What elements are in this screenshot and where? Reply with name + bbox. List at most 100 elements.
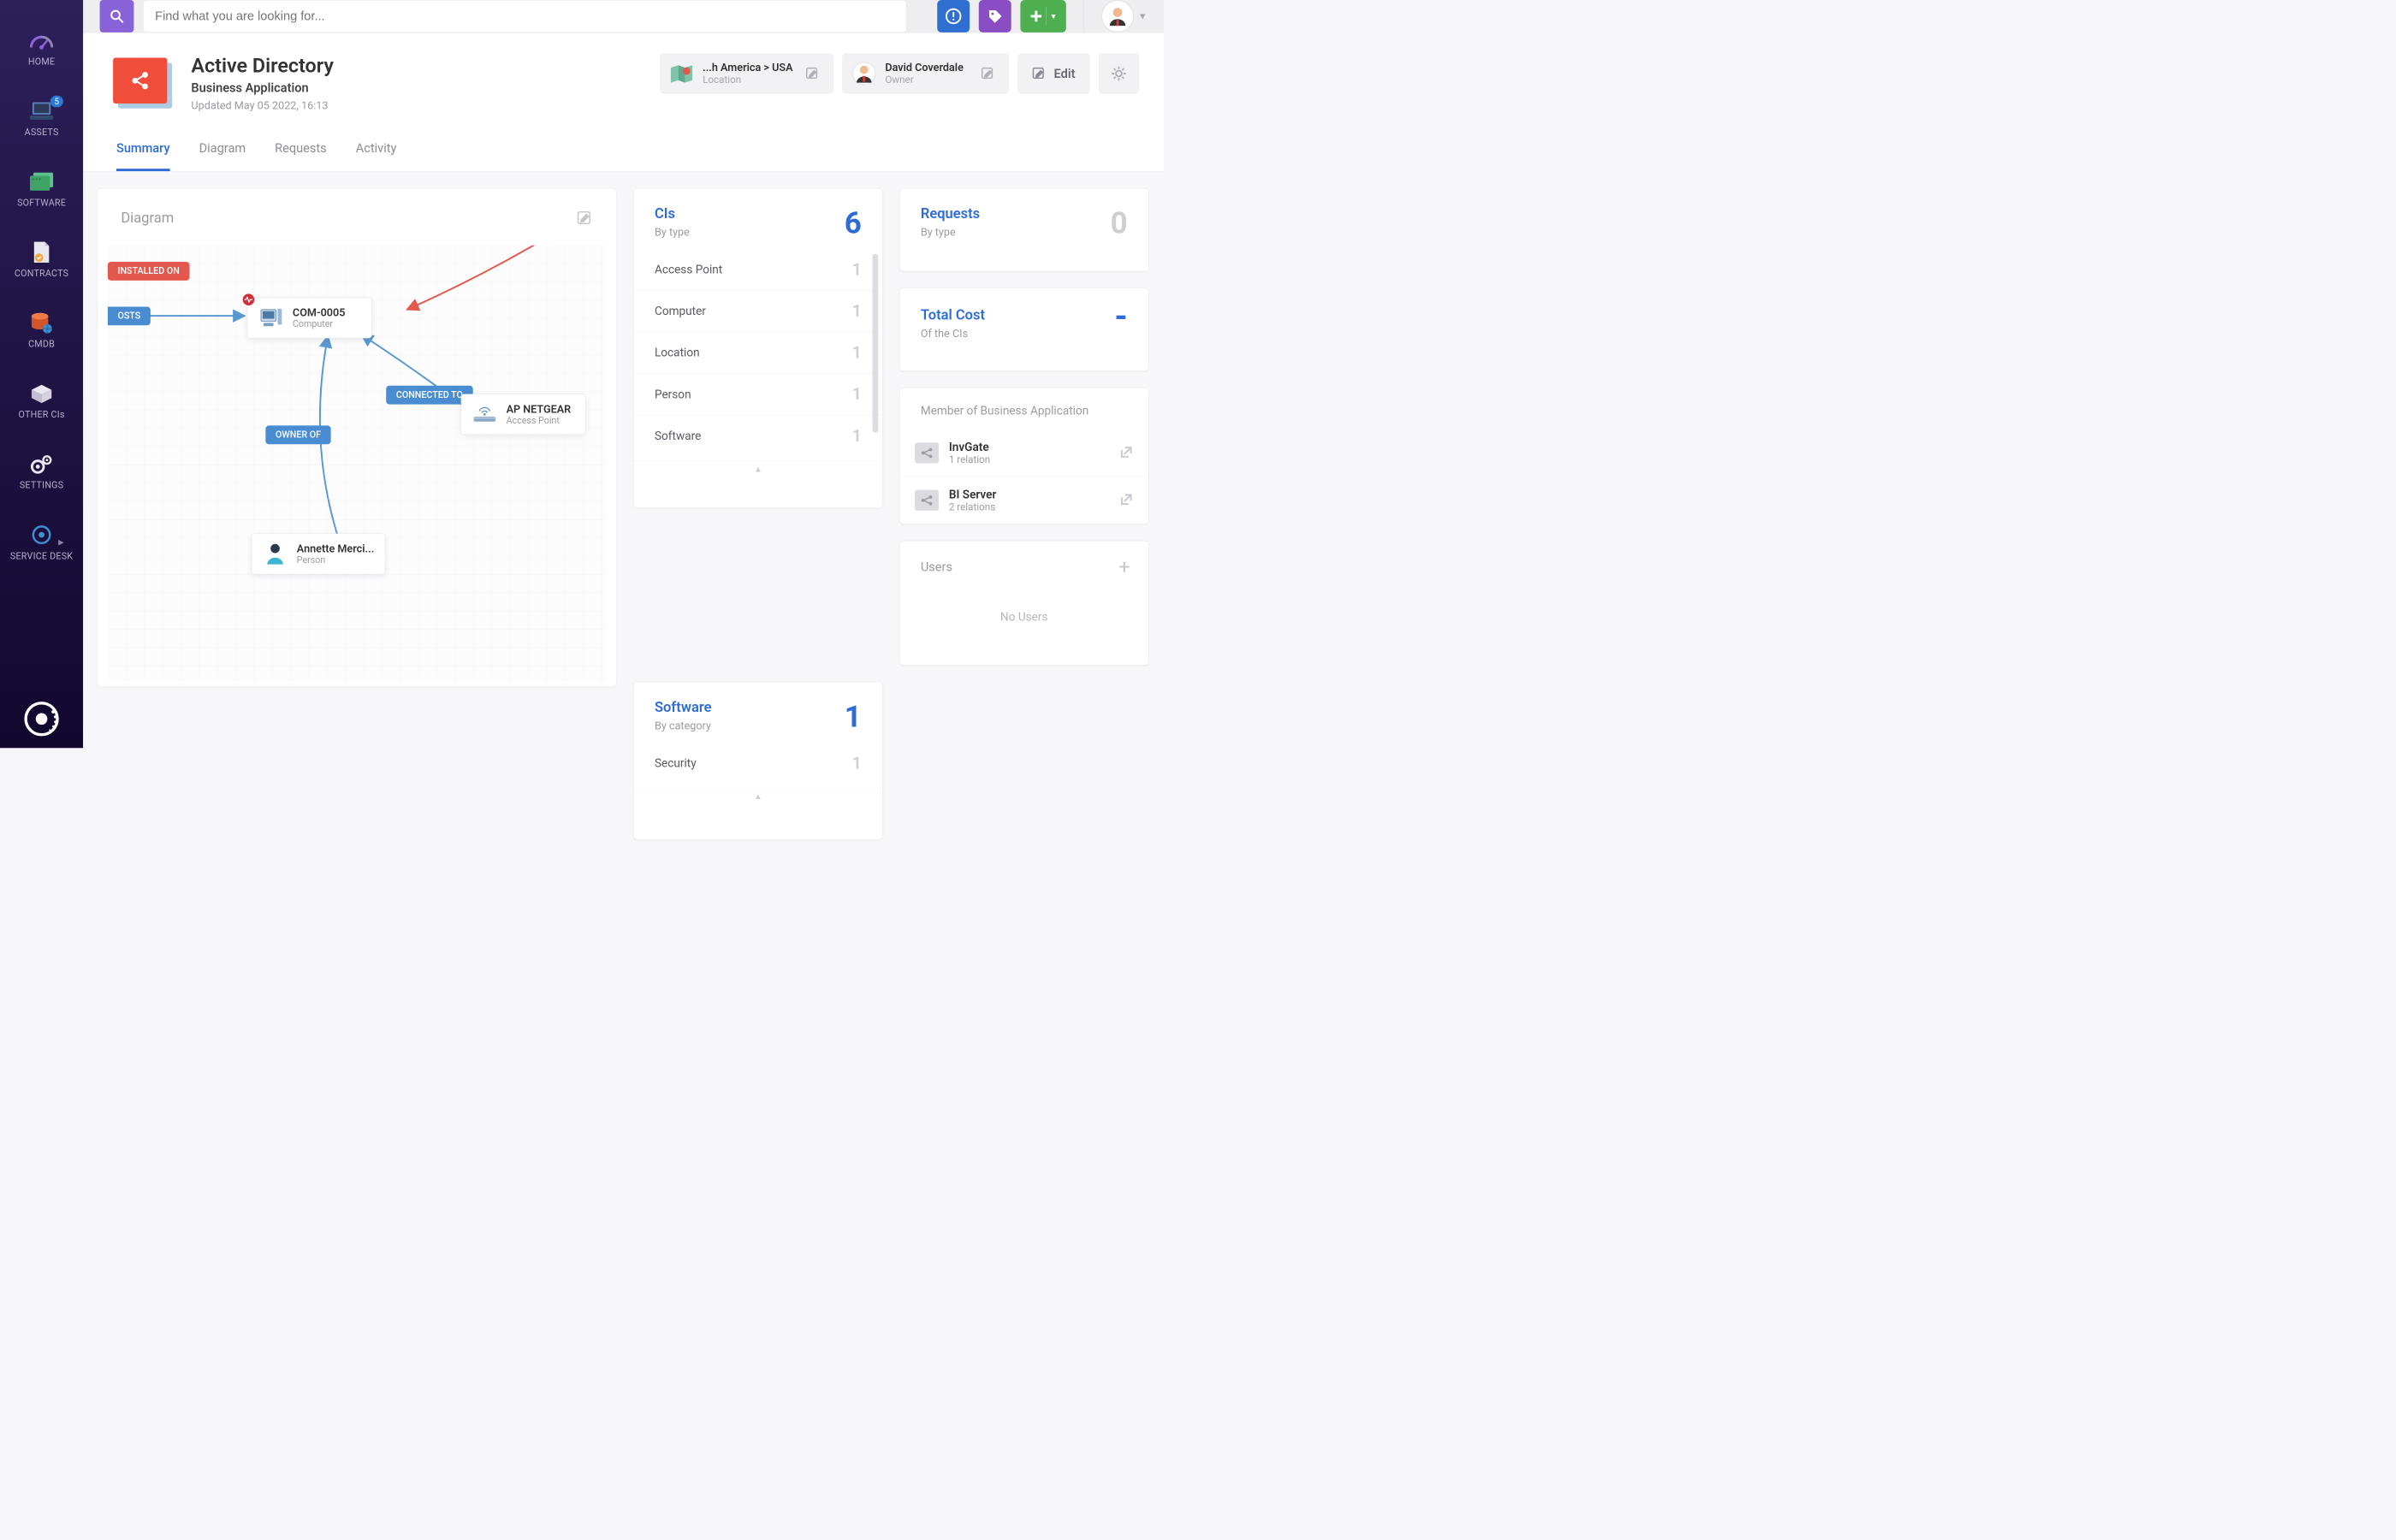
tab-summary[interactable]: Summary bbox=[116, 135, 170, 171]
sidebar-item-service-desk[interactable]: ▶ SERVICE DESK bbox=[0, 507, 83, 578]
node-subtitle: Access Point bbox=[507, 415, 572, 425]
location-card: ...h America > USA Location bbox=[660, 54, 833, 94]
map-icon bbox=[669, 62, 693, 86]
topbar: ▼ ▼ bbox=[83, 0, 1164, 33]
owner-card: David Coverdale Owner bbox=[842, 54, 1008, 94]
sidebar-item-settings[interactable]: SETTINGS bbox=[0, 436, 83, 507]
edge-label-connected: CONNECTED TO bbox=[386, 386, 472, 405]
expand-button[interactable]: ▲ bbox=[634, 460, 882, 477]
avatar-icon bbox=[851, 62, 875, 86]
search-button[interactable] bbox=[100, 0, 134, 33]
edit-diagram-button[interactable] bbox=[574, 207, 596, 228]
sidebar-item-label: CMDB bbox=[28, 339, 55, 349]
alert-icon bbox=[946, 8, 962, 24]
sidebar-item-contracts[interactable]: CONTRACTS bbox=[0, 224, 83, 295]
sidebar-item-label: SERVICE DESK bbox=[10, 551, 73, 561]
settings-button[interactable] bbox=[1099, 54, 1139, 94]
search-icon bbox=[110, 9, 124, 23]
circle-dots-icon bbox=[28, 524, 55, 546]
gear-icon bbox=[1111, 65, 1127, 81]
requests-total: 0 bbox=[1111, 205, 1128, 240]
tab-activity[interactable]: Activity bbox=[356, 135, 397, 171]
sidebar: HOME 5 ASSETS SOFTWARE CONTRACTS CMDB bbox=[0, 0, 83, 748]
tag-icon bbox=[987, 8, 1003, 24]
sidebar-item-other-cis[interactable]: OTHER CIs bbox=[0, 365, 83, 436]
external-link-button[interactable] bbox=[1119, 492, 1134, 507]
avatar-icon bbox=[1101, 0, 1134, 33]
expand-button[interactable]: ▲ bbox=[634, 788, 882, 804]
user-menu[interactable]: ▼ bbox=[1101, 0, 1147, 33]
database-icon bbox=[28, 311, 55, 334]
document-icon bbox=[28, 240, 55, 263]
edit-button[interactable]: Edit bbox=[1017, 54, 1089, 94]
list-item[interactable]: Person1 bbox=[634, 373, 882, 415]
cis-panel: CIs By type 6 Access Point1 Computer1 Lo… bbox=[633, 188, 882, 508]
list-item[interactable]: BI Server 2 relations bbox=[900, 477, 1148, 524]
sidebar-item-label: ASSETS bbox=[25, 127, 59, 137]
gears-icon bbox=[28, 453, 55, 475]
sidebar-item-label: CONTRACTS bbox=[15, 269, 68, 279]
tag-button[interactable] bbox=[979, 0, 1011, 33]
scrollbar[interactable] bbox=[872, 254, 878, 433]
box-icon bbox=[28, 382, 55, 405]
list-item[interactable]: Security1 bbox=[634, 743, 882, 784]
panel-subtitle: Of the CIs bbox=[921, 328, 985, 341]
total-cost-panel: Total Cost Of the CIs - bbox=[899, 288, 1148, 371]
panel-title: Users bbox=[921, 560, 952, 574]
edit-owner-button[interactable] bbox=[977, 62, 999, 84]
empty-state: No Users bbox=[900, 610, 1148, 624]
alert-button[interactable] bbox=[937, 0, 970, 33]
computer-icon bbox=[258, 305, 283, 330]
node-access-point[interactable]: AP NETGEAR Access Point bbox=[461, 394, 586, 435]
tab-diagram[interactable]: Diagram bbox=[199, 135, 246, 171]
location-value: ...h America > USA bbox=[703, 62, 792, 74]
list-item[interactable]: Location1 bbox=[634, 332, 882, 374]
pencil-icon bbox=[982, 67, 996, 81]
share-icon bbox=[915, 489, 939, 510]
node-person[interactable]: Annette Merci... Person bbox=[252, 534, 386, 575]
plus-icon bbox=[1029, 9, 1043, 23]
panel-title: Member of Business Application bbox=[921, 404, 1088, 418]
panel-subtitle: By type bbox=[921, 226, 980, 239]
sidebar-item-label: SETTINGS bbox=[20, 480, 63, 490]
search-input[interactable] bbox=[143, 0, 906, 33]
page-header: Active Directory Business Application Up… bbox=[83, 33, 1164, 171]
owner-value: David Coverdale bbox=[885, 62, 968, 74]
list-item[interactable]: Computer1 bbox=[634, 290, 882, 332]
location-label: Location bbox=[703, 74, 792, 86]
pencil-icon bbox=[1032, 67, 1047, 81]
list-item[interactable]: Software1 bbox=[634, 415, 882, 457]
updated-timestamp: Updated May 05 2022, 16:13 bbox=[191, 99, 643, 112]
edit-location-button[interactable] bbox=[802, 62, 823, 84]
list-item[interactable]: Access Point1 bbox=[634, 249, 882, 290]
pencil-icon bbox=[577, 210, 593, 226]
add-button[interactable]: ▼ bbox=[1020, 0, 1065, 33]
sidebar-item-home[interactable]: HOME bbox=[0, 13, 83, 84]
node-computer[interactable]: COM-0005 Computer bbox=[247, 298, 372, 339]
list-item[interactable]: InvGate 1 relation bbox=[900, 429, 1148, 477]
panel-title: CIs bbox=[655, 205, 690, 222]
member-panel: Member of Business Application InvGate 1… bbox=[899, 388, 1148, 524]
panel-title: Requests bbox=[921, 205, 980, 222]
cis-total: 6 bbox=[845, 205, 862, 240]
caret-down-icon: ▼ bbox=[1050, 12, 1058, 21]
software-panel: Software By category 1 Security1 ▲ bbox=[633, 682, 882, 840]
tabs: Summary Diagram Requests Activity bbox=[108, 135, 1139, 171]
panel-title: Software bbox=[655, 699, 712, 715]
node-title: COM-0005 bbox=[293, 306, 346, 319]
sidebar-item-software[interactable]: SOFTWARE bbox=[0, 154, 83, 225]
external-link-button[interactable] bbox=[1119, 445, 1134, 460]
owner-label: Owner bbox=[885, 74, 968, 86]
panel-title: Total Cost bbox=[921, 306, 985, 323]
add-user-button[interactable]: + bbox=[1118, 557, 1130, 577]
page-title: Active Directory bbox=[191, 54, 643, 78]
tab-requests[interactable]: Requests bbox=[275, 135, 327, 171]
node-title: AP NETGEAR bbox=[507, 403, 572, 416]
ci-type-icon bbox=[108, 54, 175, 108]
sidebar-item-assets[interactable]: 5 ASSETS bbox=[0, 83, 83, 154]
alert-badge-icon bbox=[241, 292, 256, 306]
total-cost-value: - bbox=[1114, 306, 1127, 326]
diagram-canvas[interactable]: OSTS INSTALLED ON CONNECTED TO OWNER OF bbox=[108, 246, 607, 682]
router-icon bbox=[472, 402, 497, 427]
sidebar-item-cmdb[interactable]: CMDB bbox=[0, 295, 83, 366]
